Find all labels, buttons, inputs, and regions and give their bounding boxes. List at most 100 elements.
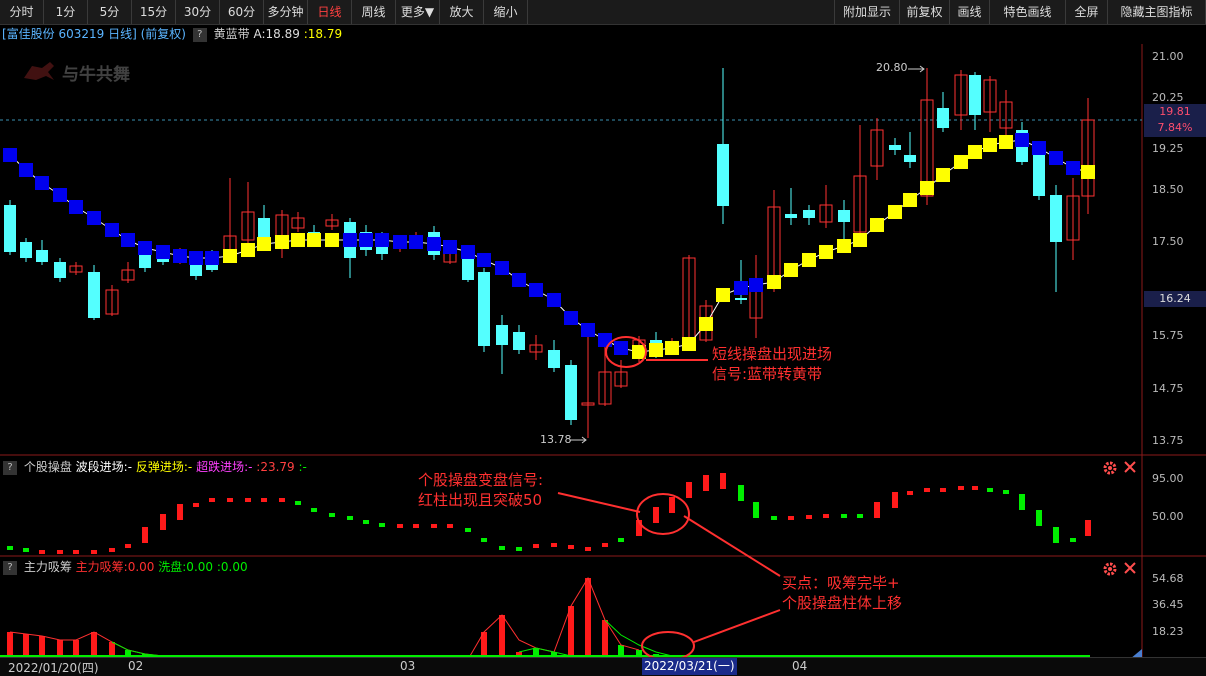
buy-pointer-2 [693, 609, 781, 643]
tab-5min[interactable]: 5分 [88, 0, 132, 24]
mid-bar [295, 501, 301, 505]
candle-body [870, 129, 884, 167]
band-block [920, 181, 934, 195]
mid-signal-pointer [557, 492, 641, 513]
bot-red-bar [499, 615, 505, 657]
mid-bar [585, 547, 591, 551]
candle-body [682, 257, 696, 347]
help-icon[interactable]: ? [192, 27, 207, 42]
mid-bar [1070, 538, 1076, 542]
bot-red-bar [23, 634, 29, 657]
extra-display-button[interactable]: 附加显示 [834, 0, 900, 24]
band-block [716, 288, 730, 302]
band-block [699, 317, 713, 331]
candle-body [699, 305, 713, 341]
band-block [1066, 161, 1080, 175]
candle-body [409, 237, 423, 245]
mid-bar [806, 515, 812, 519]
band-block [275, 235, 289, 249]
band-block [954, 155, 968, 169]
candle-body [529, 344, 543, 353]
band-block [138, 241, 152, 255]
mid-bar [397, 524, 403, 528]
mid-tick-95: 95.00 [1152, 472, 1184, 485]
mid-bar [753, 502, 759, 518]
candle-body [632, 339, 646, 359]
mid-bar [57, 550, 63, 554]
bot-close-icon[interactable] [1123, 561, 1137, 575]
y-tick-20-25: 20.25 [1152, 91, 1184, 104]
fullscreen-button[interactable]: 全屏 [1066, 0, 1108, 24]
help-icon[interactable]: ? [3, 460, 17, 475]
tab-intraday[interactable]: 分时 [0, 0, 44, 24]
mid-bar [347, 516, 353, 520]
date-start: 2022/01/20(四) [8, 661, 99, 675]
band-block [35, 176, 49, 190]
band-block [1032, 141, 1046, 155]
hide-indicator-button[interactable]: 隐藏主图指标 [1108, 0, 1206, 24]
band-block [307, 233, 321, 247]
band-block [870, 218, 884, 232]
mid-tick-50: 50.00 [1152, 510, 1184, 523]
tab-multi-min[interactable]: 多分钟 [264, 0, 308, 24]
tab-daily[interactable]: 日线 [308, 0, 352, 24]
mid-bar [177, 504, 183, 520]
band-block [223, 249, 237, 263]
fq-button[interactable]: 前复权 [900, 0, 950, 24]
mid-bar [686, 482, 692, 498]
band-block [819, 245, 833, 259]
mid-bar [23, 548, 29, 552]
low-arrow-icon [570, 436, 587, 444]
band-block [1015, 133, 1029, 147]
mid-bar [39, 550, 45, 554]
mid-settings-gear-icon[interactable] [1102, 460, 1118, 476]
candle-body [767, 206, 781, 287]
tab-30min[interactable]: 30分 [176, 0, 220, 24]
zoom-in-button[interactable]: 放大 [440, 0, 484, 24]
candle-body [54, 262, 66, 278]
date-month-03: 03 [400, 659, 416, 673]
special-draw-button[interactable]: 特色画线 [990, 0, 1066, 24]
candle-body [428, 232, 440, 255]
draw-button[interactable]: 画线 [950, 0, 990, 24]
bot-settings-gear-icon[interactable] [1102, 561, 1118, 577]
mid-bar [1003, 490, 1009, 494]
band-block [983, 138, 997, 152]
candle-body [1066, 195, 1080, 241]
candle-body [598, 371, 612, 405]
mid-bar [874, 502, 880, 518]
band-block [1049, 151, 1063, 165]
indicator-a-value: A:18.89 [253, 27, 300, 41]
candle-body [969, 75, 981, 115]
more-dropdown[interactable]: 更多▼ [396, 0, 440, 24]
candle-body [206, 256, 218, 270]
zoom-out-button[interactable]: 缩小 [484, 0, 528, 24]
band-block [682, 337, 696, 351]
bot-red-line-2 [469, 576, 640, 657]
mid-bar [940, 488, 946, 492]
tab-1min[interactable]: 1分 [44, 0, 88, 24]
band-block [495, 261, 509, 275]
current-price-box: 19.81 7.84% [1144, 104, 1206, 137]
bot-green-line [111, 619, 673, 657]
help-icon[interactable]: ? [3, 560, 17, 575]
bot-panel-header: ? 主力吸筹 主力吸筹:0.00 洗盘:0.00 :0.00 [0, 559, 248, 575]
mid-bar [618, 538, 624, 542]
band-block [837, 239, 851, 253]
band-block [614, 341, 628, 355]
band-block [1081, 165, 1095, 179]
candle-body [88, 272, 100, 318]
band-block [69, 200, 83, 214]
band-block [189, 251, 203, 265]
low-price-mark: 13.78 [540, 433, 572, 446]
mid-bar [892, 492, 898, 508]
band-block [903, 193, 917, 207]
tab-15min[interactable]: 15分 [132, 0, 176, 24]
band-block [581, 323, 595, 337]
mid-bar [447, 524, 453, 528]
tab-weekly[interactable]: 周线 [352, 0, 396, 24]
bot-red-bar [585, 578, 591, 657]
candle-body [999, 101, 1013, 129]
mid-close-icon[interactable] [1123, 460, 1137, 474]
tab-60min[interactable]: 60分 [220, 0, 264, 24]
